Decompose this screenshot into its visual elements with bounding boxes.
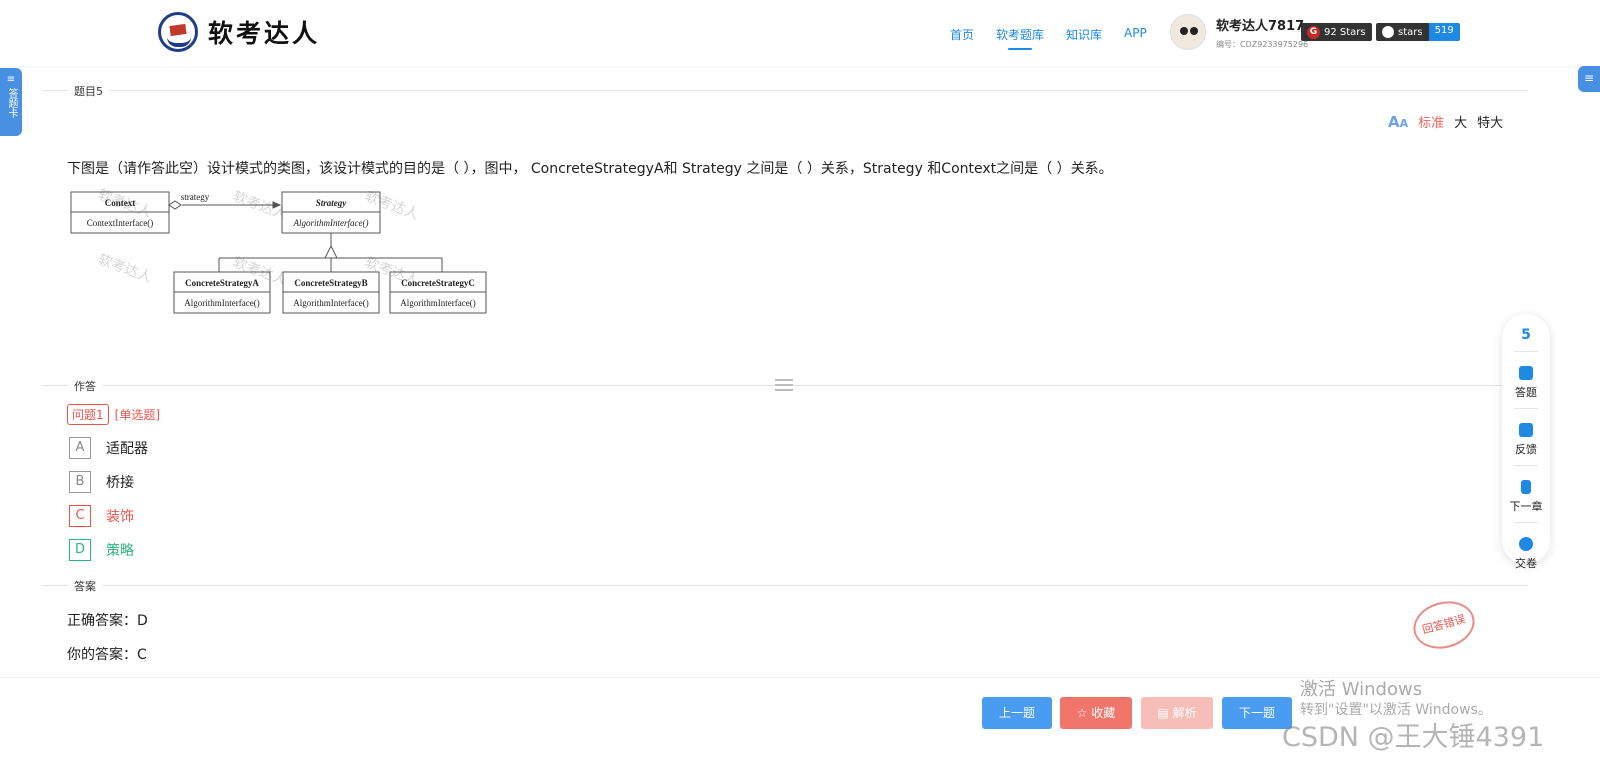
gitee-icon: G: [1307, 25, 1320, 39]
nav-knowledge-base[interactable]: 知识库: [1066, 26, 1102, 43]
submit-up-arrow-icon: [1519, 537, 1533, 551]
current-question-number: 5: [1521, 327, 1531, 343]
option-b[interactable]: B 桥接: [69, 471, 134, 493]
question-text: 下图是（请作答此空）设计模式的类图，该设计模式的目的是（ ），图中， Concr…: [67, 161, 1113, 177]
answer-sheet-label: 答题: [1515, 386, 1537, 399]
option-text: 桥接: [106, 475, 134, 491]
site-logo[interactable]: 软考达人: [158, 12, 320, 52]
question-type-tag: [单选题]: [114, 408, 161, 422]
right-menu-tab[interactable]: ≡: [1578, 66, 1600, 92]
uml-class-diagram: 软考达人 软考达人 软考达人 软考达人 软考达人 软考达人 Context Co…: [70, 188, 487, 314]
logo-text: 软考达人: [208, 19, 321, 48]
option-key: D: [69, 539, 91, 561]
question-number-tag: 问题1: [67, 404, 109, 425]
option-c[interactable]: C 装饰: [69, 505, 134, 527]
avatar[interactable]: [1170, 14, 1206, 50]
answer-sheet-icon: [1519, 366, 1533, 380]
option-text: 装饰: [106, 509, 134, 525]
github-stars-count: 519: [1428, 23, 1460, 41]
feedback-button[interactable]: 反馈: [1502, 423, 1550, 457]
association-label: strategy: [181, 192, 210, 202]
concrete-a-method: AlgorithmInterface(): [184, 298, 259, 308]
floating-tool-panel: 5 答题 反馈 下一章 交卷: [1502, 314, 1550, 570]
prev-question-button[interactable]: 上一题: [982, 697, 1052, 729]
next-chapter-button[interactable]: 下一章: [1502, 480, 1550, 514]
feedback-label: 反馈: [1515, 443, 1537, 456]
submit-paper-label: 交卷: [1515, 557, 1537, 570]
next-chapter-icon: [1521, 480, 1531, 494]
gitee-stars-text: 92 Stars: [1324, 26, 1366, 38]
top-bar: 软考达人 首页 软考题库 知识库 APP 软考达人7817 编号：CDZ9233…: [0, 0, 1600, 66]
csdn-watermark: CSDN @王大锤4391: [1282, 722, 1545, 753]
favorite-button[interactable]: ☆ 收藏: [1060, 697, 1132, 729]
strategy-method: AlgorithmInterface(): [293, 218, 369, 228]
answer-sheet-button[interactable]: 答题: [1502, 366, 1550, 400]
context-title: Context: [105, 198, 136, 208]
concrete-c-title: ConcreteStrategyC: [401, 278, 475, 288]
divider: [42, 585, 1528, 586]
main-nav: 首页 软考题库 知识库 APP: [950, 26, 1169, 50]
feedback-icon: [1519, 423, 1533, 437]
divider: [42, 90, 1528, 91]
section-question-label: 题目5: [68, 83, 109, 99]
section-result-label: 答案: [68, 578, 102, 594]
concrete-b-title: ConcreteStrategyB: [294, 278, 367, 288]
correct-answer: 正确答案：D: [67, 613, 148, 629]
menu-icon: ≡: [6, 74, 16, 85]
gitee-stars-badge[interactable]: G 92 Stars: [1301, 23, 1372, 41]
section-answer-label: 作答: [68, 378, 102, 394]
font-size-xlarge[interactable]: 特大: [1477, 112, 1503, 131]
inheritance-triangle: [324, 244, 338, 259]
aggregation-diamond: [168, 200, 182, 210]
user-name: 软考达人7817: [1216, 18, 1305, 34]
analysis-button[interactable]: ▤ 解析: [1141, 697, 1213, 729]
font-size-standard[interactable]: 标准: [1418, 112, 1444, 131]
github-stars-label: stars: [1398, 26, 1423, 38]
nav-home[interactable]: 首页: [950, 26, 974, 43]
windows-activation-title: 激活 Windows: [1300, 679, 1423, 700]
option-text: 策略: [106, 543, 134, 559]
strategy-title: Strategy: [316, 198, 348, 208]
option-a[interactable]: A 适配器: [69, 437, 148, 459]
github-stars-badge[interactable]: stars 519: [1376, 23, 1460, 41]
context-method: ContextInterface(): [87, 218, 153, 228]
user-profile[interactable]: 软考达人7817 编号：CDZ9233975296: [1170, 14, 1308, 50]
user-id: 编号：CDZ9233975296: [1216, 39, 1309, 49]
option-text: 适配器: [106, 441, 148, 457]
github-icon: [1382, 26, 1394, 38]
diagram-watermark: 软考达人: [231, 189, 289, 223]
option-key: C: [69, 505, 91, 527]
font-size-switcher: AA 标准 大 特大: [1388, 112, 1503, 132]
font-size-large[interactable]: 大: [1454, 112, 1467, 131]
font-size-icon: AA: [1388, 112, 1409, 131]
wrong-answer-stamp: 回答错误: [1408, 594, 1480, 656]
nav-question-bank[interactable]: 软考题库: [996, 26, 1044, 50]
answer-card-label: 答题卡: [6, 88, 17, 118]
concrete-c-method: AlgorithmInterface(): [400, 298, 475, 308]
drag-handle-icon[interactable]: [775, 379, 793, 391]
nav-app[interactable]: APP: [1124, 26, 1147, 43]
concrete-b-method: AlgorithmInterface(): [293, 298, 368, 308]
your-answer: 你的答案：C: [67, 647, 147, 663]
menu-icon: ≡: [1583, 71, 1595, 85]
diagram-watermark: 软考达人: [96, 252, 154, 286]
submit-paper-button[interactable]: 交卷: [1502, 537, 1550, 571]
option-d[interactable]: D 策略: [69, 539, 134, 561]
option-key: B: [69, 471, 91, 493]
diagram-watermark: 软考达人: [363, 189, 421, 223]
option-key: A: [69, 437, 91, 459]
next-chapter-label: 下一章: [1509, 500, 1543, 513]
answer-card-tab[interactable]: ≡ 答题卡: [0, 68, 22, 136]
logo-icon: [158, 12, 198, 52]
concrete-a-title: ConcreteStrategyA: [185, 278, 259, 288]
question-tag: 问题1 [单选题]: [67, 404, 160, 425]
